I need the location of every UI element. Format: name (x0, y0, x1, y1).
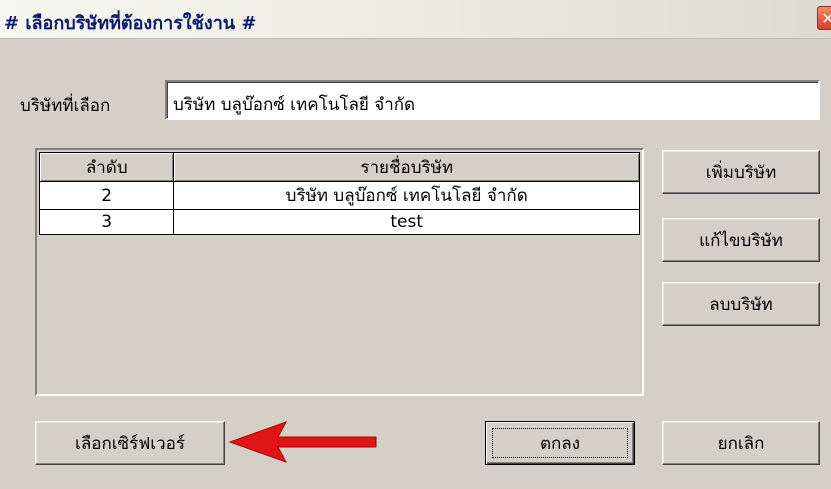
arrow-shape (228, 421, 377, 463)
row-company-name-cell[interactable]: test (173, 209, 640, 235)
add-company-button[interactable]: เพิ่มบริษัท (662, 150, 820, 194)
column-header-company-name[interactable]: รายชื่อบริษัท (173, 152, 640, 182)
table-row[interactable]: 2 บริษัท บลูบ๊อกซ์ เทคโนโลยี จำกัด (38, 181, 640, 210)
table-header-row: ลำดับ รายชื่อบริษัท (38, 152, 640, 182)
row-index-cell[interactable]: 2 (38, 181, 175, 210)
cancel-button[interactable]: ยกเลิก (662, 421, 820, 465)
select-server-button[interactable]: เลือกเซิร์ฟเวอร์ (35, 421, 225, 465)
company-list-grid[interactable]: ลำดับ รายชื่อบริษัท 2 บริษัท บลูบ๊อกซ์ เ… (35, 148, 644, 396)
close-icon: ✕ (821, 8, 831, 28)
window-title: # เลือกบริษัทที่ต้องการใช้งาน # (4, 13, 257, 34)
focus-rectangle (492, 428, 628, 458)
edit-company-button[interactable]: แก้ไขบริษัท (662, 218, 820, 262)
company-table: ลำดับ รายชื่อบริษัท 2 บริษัท บลูบ๊อกซ์ เ… (38, 152, 640, 235)
red-arrow-left-icon (228, 421, 377, 463)
ok-button[interactable]: ตกลง (485, 421, 635, 465)
company-select-dialog: # เลือกบริษัทที่ต้องการใช้งาน # ✕ บริษัท… (0, 0, 831, 489)
column-header-index[interactable]: ลำดับ (38, 152, 175, 182)
table-row[interactable]: 3 test (38, 209, 640, 235)
row-index-cell[interactable]: 3 (38, 209, 175, 235)
delete-company-button[interactable]: ลบบริษัท (662, 282, 820, 326)
close-button[interactable]: ✕ (817, 6, 831, 30)
selected-company-field[interactable]: บริษัท บลูบ๊อกซ์ เทคโนโลยี จำกัด (165, 80, 820, 120)
selected-company-label: บริษัทที่เลือก (20, 96, 111, 116)
title-bar[interactable]: # เลือกบริษัทที่ต้องการใช้งาน # ✕ (0, 0, 831, 39)
row-company-name-cell[interactable]: บริษัท บลูบ๊อกซ์ เทคโนโลยี จำกัด (173, 181, 640, 210)
